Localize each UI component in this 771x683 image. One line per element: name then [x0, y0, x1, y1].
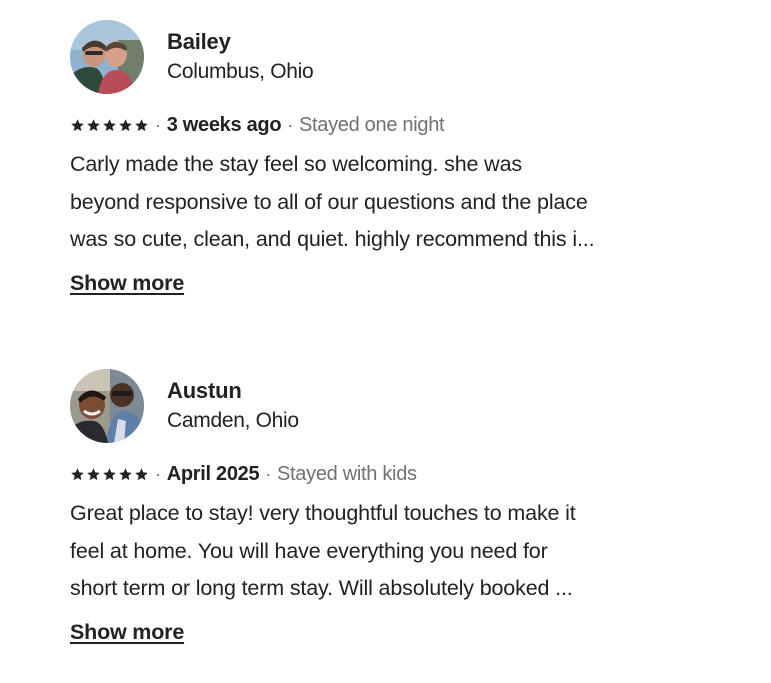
star-icon [87, 467, 100, 480]
reviewer-location: Columbus, Ohio [167, 60, 314, 83]
star-icon [103, 467, 116, 480]
star-icon [71, 118, 84, 131]
star-icon [87, 118, 100, 131]
review-date: April 2025 [166, 462, 260, 485]
review-card: Austun Camden, Ohio · April 2025 · Staye… [70, 368, 720, 645]
review-text-line: beyond responsive to all of our question… [70, 189, 588, 214]
show-more-button[interactable]: Show more [70, 620, 184, 645]
meta-separator: · [265, 463, 272, 484]
star-rating [70, 118, 149, 133]
review-text: Great place to stay! very thoughtful tou… [70, 495, 720, 608]
review-text-line: was so cute, clean, and quiet. highly re… [70, 227, 595, 251]
stay-type: Stayed one night [298, 113, 445, 136]
meta-separator: · [287, 114, 293, 135]
review-text: Carly made the stay feel so welcoming. s… [70, 146, 720, 259]
star-icon [135, 467, 148, 480]
meta-separator: · [155, 114, 161, 135]
reviewer-info: Bailey Columbus, Ohio [167, 27, 314, 87]
star-icon [135, 118, 148, 131]
avatar-photo [70, 369, 144, 443]
avatar-photo [70, 20, 144, 94]
reviewer-location: Camden, Ohio [167, 409, 299, 432]
reviewer-header: Bailey Columbus, Ohio [70, 19, 720, 95]
stay-type: Stayed with kids [277, 462, 417, 485]
reviewer-info: Austun Camden, Ohio [167, 376, 299, 436]
reviewer-header: Austun Camden, Ohio [70, 368, 720, 444]
review-card: Bailey Columbus, Ohio · 3 weeks ago · St… [70, 19, 720, 296]
review-text-line: Carly made the stay feel so welcoming. s… [70, 152, 522, 176]
review-text-line: short term or long term stay. Will absol… [70, 576, 573, 600]
review-text-line: Great place to stay! very thoughtful tou… [70, 501, 576, 525]
review-text-line: feel at home. You will have everything y… [70, 538, 548, 563]
star-icon [103, 118, 116, 131]
meta-separator: · [155, 463, 161, 484]
reviewer-name: Bailey [167, 29, 231, 54]
review-meta: · 3 weeks ago · Stayed one night [70, 110, 720, 140]
star-icon [119, 118, 132, 131]
star-rating [70, 467, 149, 482]
review-meta: · April 2025 · Stayed with kids [70, 459, 720, 489]
reviewer-name: Austun [167, 378, 242, 403]
avatar[interactable] [70, 369, 144, 443]
review-date: 3 weeks ago [166, 113, 282, 136]
star-icon [119, 467, 132, 480]
show-more-button[interactable]: Show more [70, 271, 184, 296]
star-icon [71, 467, 84, 480]
avatar[interactable] [70, 20, 144, 94]
